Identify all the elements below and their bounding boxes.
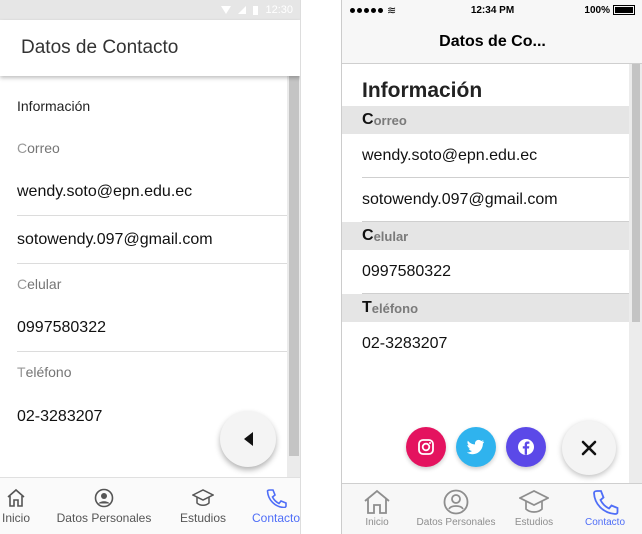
battery-icon	[253, 5, 259, 15]
home-icon	[7, 488, 25, 507]
call-icon	[266, 489, 287, 508]
status-time: 12:34 PM	[470, 4, 515, 16]
ios-phone: ≋ 12:34 PM 100% Datos de Co... Informaci…	[341, 0, 642, 534]
tab-contacto[interactable]: Contacto	[582, 484, 628, 534]
tab-estudios[interactable]: Estudios	[512, 484, 556, 534]
signal-icon	[238, 6, 247, 14]
close-icon	[581, 440, 597, 456]
scrollbar-thumb[interactable]	[289, 76, 299, 456]
tab-estudios[interactable]: Estudios	[172, 478, 234, 534]
list-item-phone[interactable]: 02-3283207	[362, 322, 629, 366]
home-icon	[364, 489, 390, 514]
instagram-icon	[418, 439, 434, 455]
tab-datos-personales[interactable]: Datos Personales	[48, 478, 160, 534]
divider-correo: Correo	[17, 140, 60, 156]
tab-inicio[interactable]: Inicio	[357, 484, 397, 534]
section-header: Información	[362, 79, 483, 102]
android-status-bar: 12:30	[0, 0, 300, 20]
ios-scrollbar[interactable]	[629, 64, 642, 483]
list-item-cell[interactable]: 0997580322	[362, 250, 629, 294]
fab-list	[342, 421, 642, 475]
divider-celular: Celular	[342, 222, 629, 250]
android-tab-bar: Inicio Datos Personales Estudios Contact…	[0, 477, 300, 534]
person-circle-icon	[443, 489, 469, 515]
page-title: Datos de Contacto	[21, 37, 179, 58]
android-toolbar: Datos de Contacto	[0, 20, 300, 76]
person-circle-icon	[94, 488, 114, 508]
page-title: Datos de Co...	[439, 32, 546, 50]
screenshot-stage: 12:30 Datos de Contacto Información Corr…	[0, 0, 642, 534]
facebook-button[interactable]	[506, 427, 546, 467]
school-icon	[519, 490, 549, 513]
tab-datos-personales[interactable]: Datos Personales	[414, 484, 498, 534]
twitter-button[interactable]	[456, 427, 496, 467]
ios-nav-bar: Datos de Co...	[342, 20, 642, 64]
close-fab-button[interactable]	[562, 421, 616, 475]
school-icon	[192, 489, 214, 506]
android-phone: 12:30 Datos de Contacto Información Corr…	[0, 0, 301, 534]
list-item-email-2[interactable]: sotowendy.097@gmail.com	[362, 178, 629, 222]
divider-telefono: Teléfono	[17, 364, 72, 380]
caret-back-icon	[243, 432, 253, 446]
fab-button[interactable]	[220, 411, 276, 467]
divider-telefono: Teléfono	[342, 294, 629, 322]
scrollbar-thumb[interactable]	[632, 64, 640, 322]
list-item-email-2[interactable]: sotowendy.097@gmail.com	[17, 216, 287, 264]
tab-contacto[interactable]: Contacto	[247, 478, 300, 534]
status-time: 12:30	[265, 4, 293, 16]
divider-celular: Celular	[17, 276, 62, 292]
list-item-email-1[interactable]: wendy.soto@epn.edu.ec	[362, 134, 629, 178]
list-item-email-1[interactable]: wendy.soto@epn.edu.ec	[17, 168, 287, 216]
twitter-icon	[467, 439, 484, 455]
wifi-icon	[221, 6, 232, 14]
list-item-cell[interactable]: 0997580322	[17, 304, 287, 352]
facebook-icon	[518, 439, 534, 455]
ios-tab-bar: Inicio Datos Personales Estudios Contact…	[342, 483, 642, 534]
call-icon	[593, 490, 619, 515]
android-scrollbar[interactable]	[287, 76, 300, 477]
section-header: Información	[17, 98, 91, 114]
ios-status-bar: ≋ 12:34 PM 100%	[342, 0, 642, 20]
tab-inicio[interactable]: Inicio	[0, 478, 32, 534]
divider-correo: Correo	[342, 106, 629, 134]
instagram-button[interactable]	[406, 427, 446, 467]
